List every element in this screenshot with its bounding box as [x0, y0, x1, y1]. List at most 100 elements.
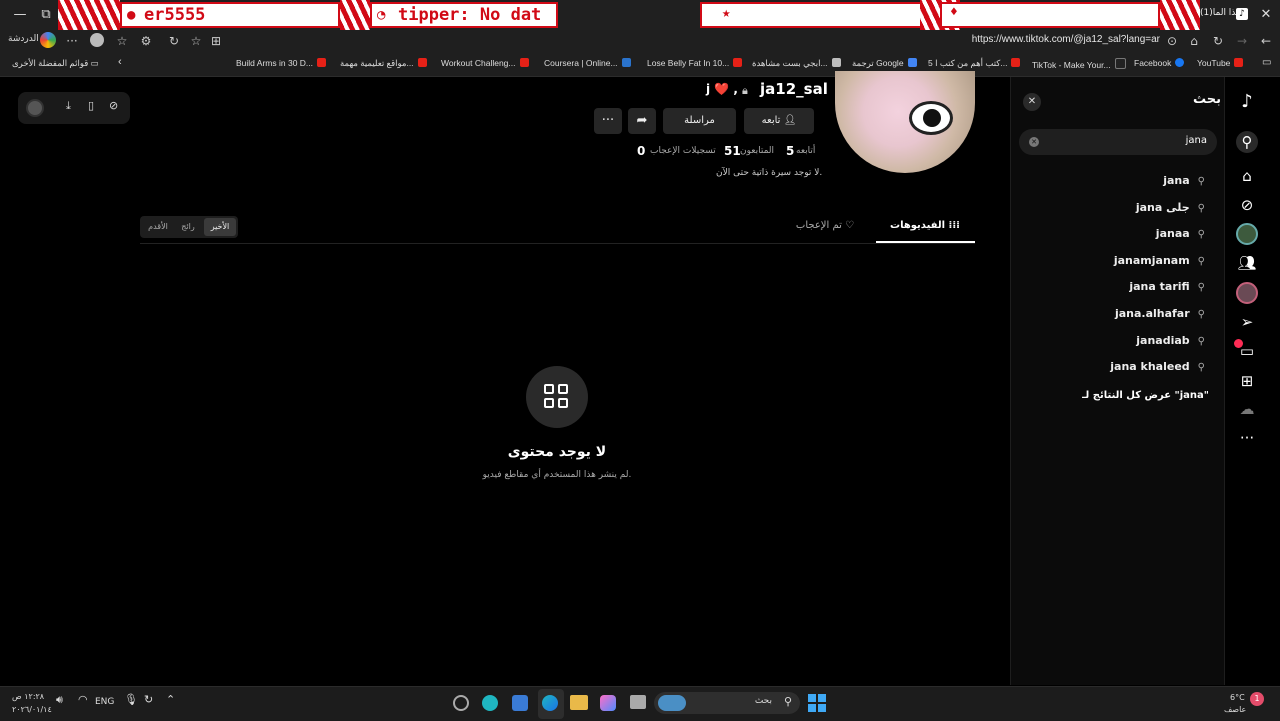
creator-icon[interactable]: ☁	[1236, 398, 1258, 420]
search-icon[interactable]: ⚲	[1236, 131, 1258, 153]
task-view-icon[interactable]	[630, 695, 646, 709]
upload-icon[interactable]: ⊞	[1236, 370, 1258, 392]
explore-icon[interactable]: ⊘	[1236, 194, 1258, 216]
bookmark-item[interactable]: ابجي بست مشاهدة...	[752, 58, 841, 69]
tab-liked[interactable]: تم الإعجاب ♡	[790, 220, 860, 242]
bookmark-item[interactable]: مواقع تعليمية مهمة...	[340, 58, 427, 69]
suggestion-item[interactable]: jana.alhafar ⚲	[1115, 307, 1205, 320]
file-explorer-icon[interactable]	[570, 695, 588, 710]
wifi-icon[interactable]: ◠	[78, 693, 88, 706]
url-text[interactable]: https://www.tiktok.com/@ja12_sal?lang=ar	[972, 34, 1160, 45]
suggestion-item[interactable]: janadiab ⚲	[1136, 334, 1205, 347]
suggestion-item[interactable]: jana tarifi ⚲	[1129, 280, 1205, 293]
youtube-icon	[317, 58, 327, 67]
home-icon[interactable]: ⌂	[1184, 32, 1204, 50]
bookmarks-menu-icon[interactable]: ▭	[1262, 57, 1271, 68]
phone-icon[interactable]: ▯	[88, 99, 94, 112]
send-icon[interactable]: ➢	[1236, 311, 1258, 333]
compass-icon[interactable]: ⊘	[109, 99, 118, 112]
chevron-up-icon[interactable]: ⌃	[166, 693, 175, 706]
weather-desc[interactable]: عاصف	[1224, 705, 1246, 714]
sort-latest[interactable]: الأخير	[204, 218, 236, 236]
tab-banner-2[interactable]: ◔ tipper: No dat	[370, 2, 558, 28]
clear-input-icon[interactable]: ✕	[1029, 137, 1039, 147]
taskbar-search[interactable]: بحث ⚲	[654, 692, 800, 714]
tiktok-logo-icon[interactable]: ♪	[1236, 91, 1258, 113]
bookmark-item[interactable]: Lose Belly Fat In 10...	[647, 58, 743, 68]
live-avatar-icon[interactable]	[1236, 282, 1258, 304]
tiktok-icon	[1114, 58, 1126, 69]
bookmark-item[interactable]: Workout Challeng...	[441, 58, 529, 68]
weather-temp[interactable]: 6°C	[1230, 693, 1245, 702]
tab-banner-1[interactable]: ● er5555	[120, 2, 340, 28]
favorites-icon[interactable]: ☆	[112, 32, 132, 50]
edge-alt-icon[interactable]	[482, 695, 498, 711]
sort-oldest[interactable]: الأقدم	[144, 218, 172, 236]
app-icon[interactable]	[453, 695, 469, 711]
close-search-icon[interactable]: ✕	[1023, 93, 1041, 111]
followers-count[interactable]: 51	[724, 144, 741, 158]
clock-time[interactable]: ١٢:٢٨ ص	[12, 692, 44, 701]
bookmark-item[interactable]: Build Arms in 30 D...	[236, 58, 327, 68]
share-icon[interactable]: ➦	[628, 108, 656, 134]
extensions-icon[interactable]: ⚙	[136, 32, 156, 50]
chevron-left-icon[interactable]: ‹	[118, 56, 122, 68]
profile-avatar-icon[interactable]	[90, 33, 104, 47]
search-input-value[interactable]: jana	[1186, 135, 1207, 146]
copilot-icon[interactable]	[40, 32, 56, 48]
active-tab-title[interactable]: هذا الما(1)	[1200, 8, 1241, 18]
more-icon[interactable]: ···	[1236, 427, 1258, 449]
mic-icon[interactable]: 🎙︎	[124, 693, 138, 706]
bookmark-item[interactable]: TikTok - Make Your...	[1032, 58, 1126, 70]
tab-close-icon[interactable]: ✕	[1254, 4, 1278, 26]
restore-icon[interactable]: ⧉	[34, 4, 58, 26]
lock-icon[interactable]: ⊙	[1162, 32, 1182, 50]
follow-button[interactable]: تابعه 👤︎	[744, 108, 814, 134]
bookmark-item[interactable]: Facebook	[1134, 58, 1185, 68]
bookmark-item[interactable]: 5 كتب أهم من كتب ا...	[928, 58, 1021, 69]
download-icon[interactable]: ⤓	[66, 99, 71, 113]
sync-icon[interactable]: ↻	[144, 693, 153, 706]
see-all-results-link[interactable]: عرض كل النتائج لـ "jana"	[1082, 390, 1209, 401]
following-count[interactable]: 5	[786, 144, 794, 158]
search-panel-title: بحث	[1192, 92, 1221, 107]
other-favorites[interactable]: قوائم المفضلة الأخرى ▭	[12, 58, 99, 69]
refresh-icon[interactable]: ↻	[1208, 32, 1228, 50]
add-favorite-icon[interactable]: ☆	[186, 32, 206, 50]
more-options-icon[interactable]: ···	[594, 108, 622, 134]
store-icon[interactable]	[512, 695, 528, 711]
notification-badge[interactable]: 1	[1250, 692, 1264, 706]
tab-videos[interactable]: الفيديوهات ⁞⁞⁞	[876, 220, 974, 242]
suggestion-item[interactable]: jana khaleed ⚲	[1110, 360, 1205, 373]
suggestion-item[interactable]: jana ⚲	[1163, 174, 1205, 187]
split-screen-icon[interactable]: ⊞	[206, 32, 226, 50]
search-icon: ⚲	[1197, 336, 1205, 347]
avatar[interactable]	[26, 99, 44, 117]
more-icon[interactable]: ···	[62, 32, 82, 50]
clock-date[interactable]: ٢٠٢٦/٠١/١٤	[12, 705, 52, 714]
message-button[interactable]: مراسلة	[663, 108, 736, 134]
minimize-icon[interactable]: —	[8, 4, 32, 26]
windows-start-icon[interactable]	[808, 694, 826, 712]
back-icon[interactable]: ←	[1256, 32, 1276, 50]
copilot-icon[interactable]	[600, 695, 616, 711]
chat-label[interactable]: الدردشة	[8, 34, 39, 44]
home-icon[interactable]: ⌂	[1236, 165, 1258, 187]
bookmark-item[interactable]: YouTube	[1197, 58, 1244, 68]
sync-icon[interactable]: ↻	[164, 32, 184, 50]
suggestion-item[interactable]: jana جلى ⚲	[1136, 201, 1205, 214]
volume-icon[interactable]: 🔊︎	[56, 693, 63, 707]
bookmark-item[interactable]: Coursera | Online...	[544, 58, 631, 68]
sort-popular[interactable]: رائج	[174, 218, 202, 236]
friends-icon[interactable]: 👥︎	[1236, 252, 1258, 274]
language-indicator[interactable]: ENG	[95, 697, 114, 707]
tab-banner-3[interactable]: ★	[700, 2, 940, 28]
following-avatar-icon[interactable]	[1236, 223, 1258, 245]
suggestion-item[interactable]: janamjanam ⚲	[1114, 254, 1205, 267]
edge-icon[interactable]	[542, 695, 558, 711]
bookmark-item[interactable]: ترجمة Google	[852, 58, 917, 69]
forward-icon[interactable]: →	[1232, 32, 1252, 50]
suggestion-item[interactable]: janaa ⚲	[1156, 227, 1205, 240]
search-input[interactable]: jana ✕	[1019, 129, 1217, 155]
tab-banner-4[interactable]: ♦	[940, 2, 1160, 28]
